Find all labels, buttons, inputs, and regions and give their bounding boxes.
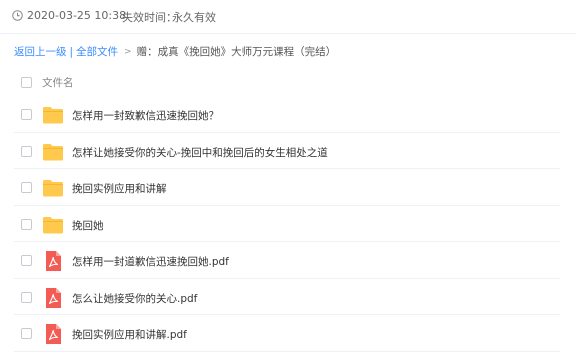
back-link[interactable]: 返回上一级 (14, 44, 67, 59)
file-row[interactable]: 怎样让她接受你的关心-挽回中和挽回后的女生相处之道 (0, 133, 576, 170)
expire-value: 永久有效 (172, 11, 216, 24)
file-row[interactable]: 挽回实例应用和讲解.pdf (0, 315, 576, 352)
clock-icon (12, 10, 23, 21)
current-folder-name: 赠：成真《挽回她》大师万元课程（完结） (136, 46, 337, 58)
file-row-checkbox[interactable] (21, 182, 32, 193)
share-time: 2020-03-25 10:38 (27, 9, 127, 22)
file-name[interactable]: 怎样用一封致歉信迅速挽回她？ (72, 108, 219, 123)
file-name[interactable]: 怎样让她接受你的关心-挽回中和挽回后的女生相处之道 (72, 145, 328, 160)
pdf-icon (46, 287, 61, 308)
top-divider (0, 33, 576, 34)
file-name[interactable]: 挽回她 (72, 218, 104, 233)
pdf-icon (46, 251, 61, 271)
file-row-checkbox[interactable] (21, 255, 32, 266)
select-all-checkbox[interactable] (21, 77, 32, 88)
file-row[interactable]: 怎样用一封致歉信迅速挽回她？ (0, 96, 576, 133)
file-name[interactable]: 挽回实例应用和讲解.pdf (72, 327, 187, 342)
expire-label: 失效时间： (122, 11, 177, 24)
breadcrumb: 返回上一级 | 全部文件 > 赠：成真《挽回她》大师万元课程（完结） (14, 44, 336, 59)
file-name[interactable]: 挽回实例应用和讲解 (72, 181, 167, 196)
pdf-icon (46, 324, 61, 344)
file-row-checkbox[interactable] (21, 145, 32, 157)
file-list-header: 文件名 (0, 70, 576, 94)
file-row[interactable]: 挽回她 (0, 206, 576, 243)
folder-icon (43, 107, 63, 124)
file-name[interactable]: 怎么让她接受你的关心.pdf (72, 291, 197, 306)
file-row[interactable]: 怎么让她接受你的关心.pdf (0, 279, 576, 316)
folder-icon (43, 143, 63, 160)
file-row-checkbox[interactable] (21, 218, 32, 230)
file-row-checkbox[interactable] (21, 328, 32, 339)
filename-column-header: 文件名 (42, 77, 74, 89)
breadcrumb-arrow: > (124, 46, 132, 57)
row-divider (14, 350, 560, 352)
file-row-checkbox[interactable] (21, 291, 32, 303)
file-row-checkbox[interactable] (21, 109, 32, 120)
file-name[interactable]: 怎样用一封道歉信迅速挽回她.pdf (72, 254, 229, 269)
share-info-bar: 2020-03-25 10:38 失效时间： 永久有效 (0, 0, 576, 33)
breadcrumb-separator: | (69, 45, 74, 58)
all-files-link[interactable]: 全部文件 (76, 44, 118, 59)
file-row[interactable]: 怎样用一封道歉信迅速挽回她.pdf (0, 242, 576, 279)
file-row[interactable]: 挽回实例应用和讲解 (0, 169, 576, 206)
folder-icon (43, 180, 63, 197)
folder-icon (43, 216, 63, 233)
